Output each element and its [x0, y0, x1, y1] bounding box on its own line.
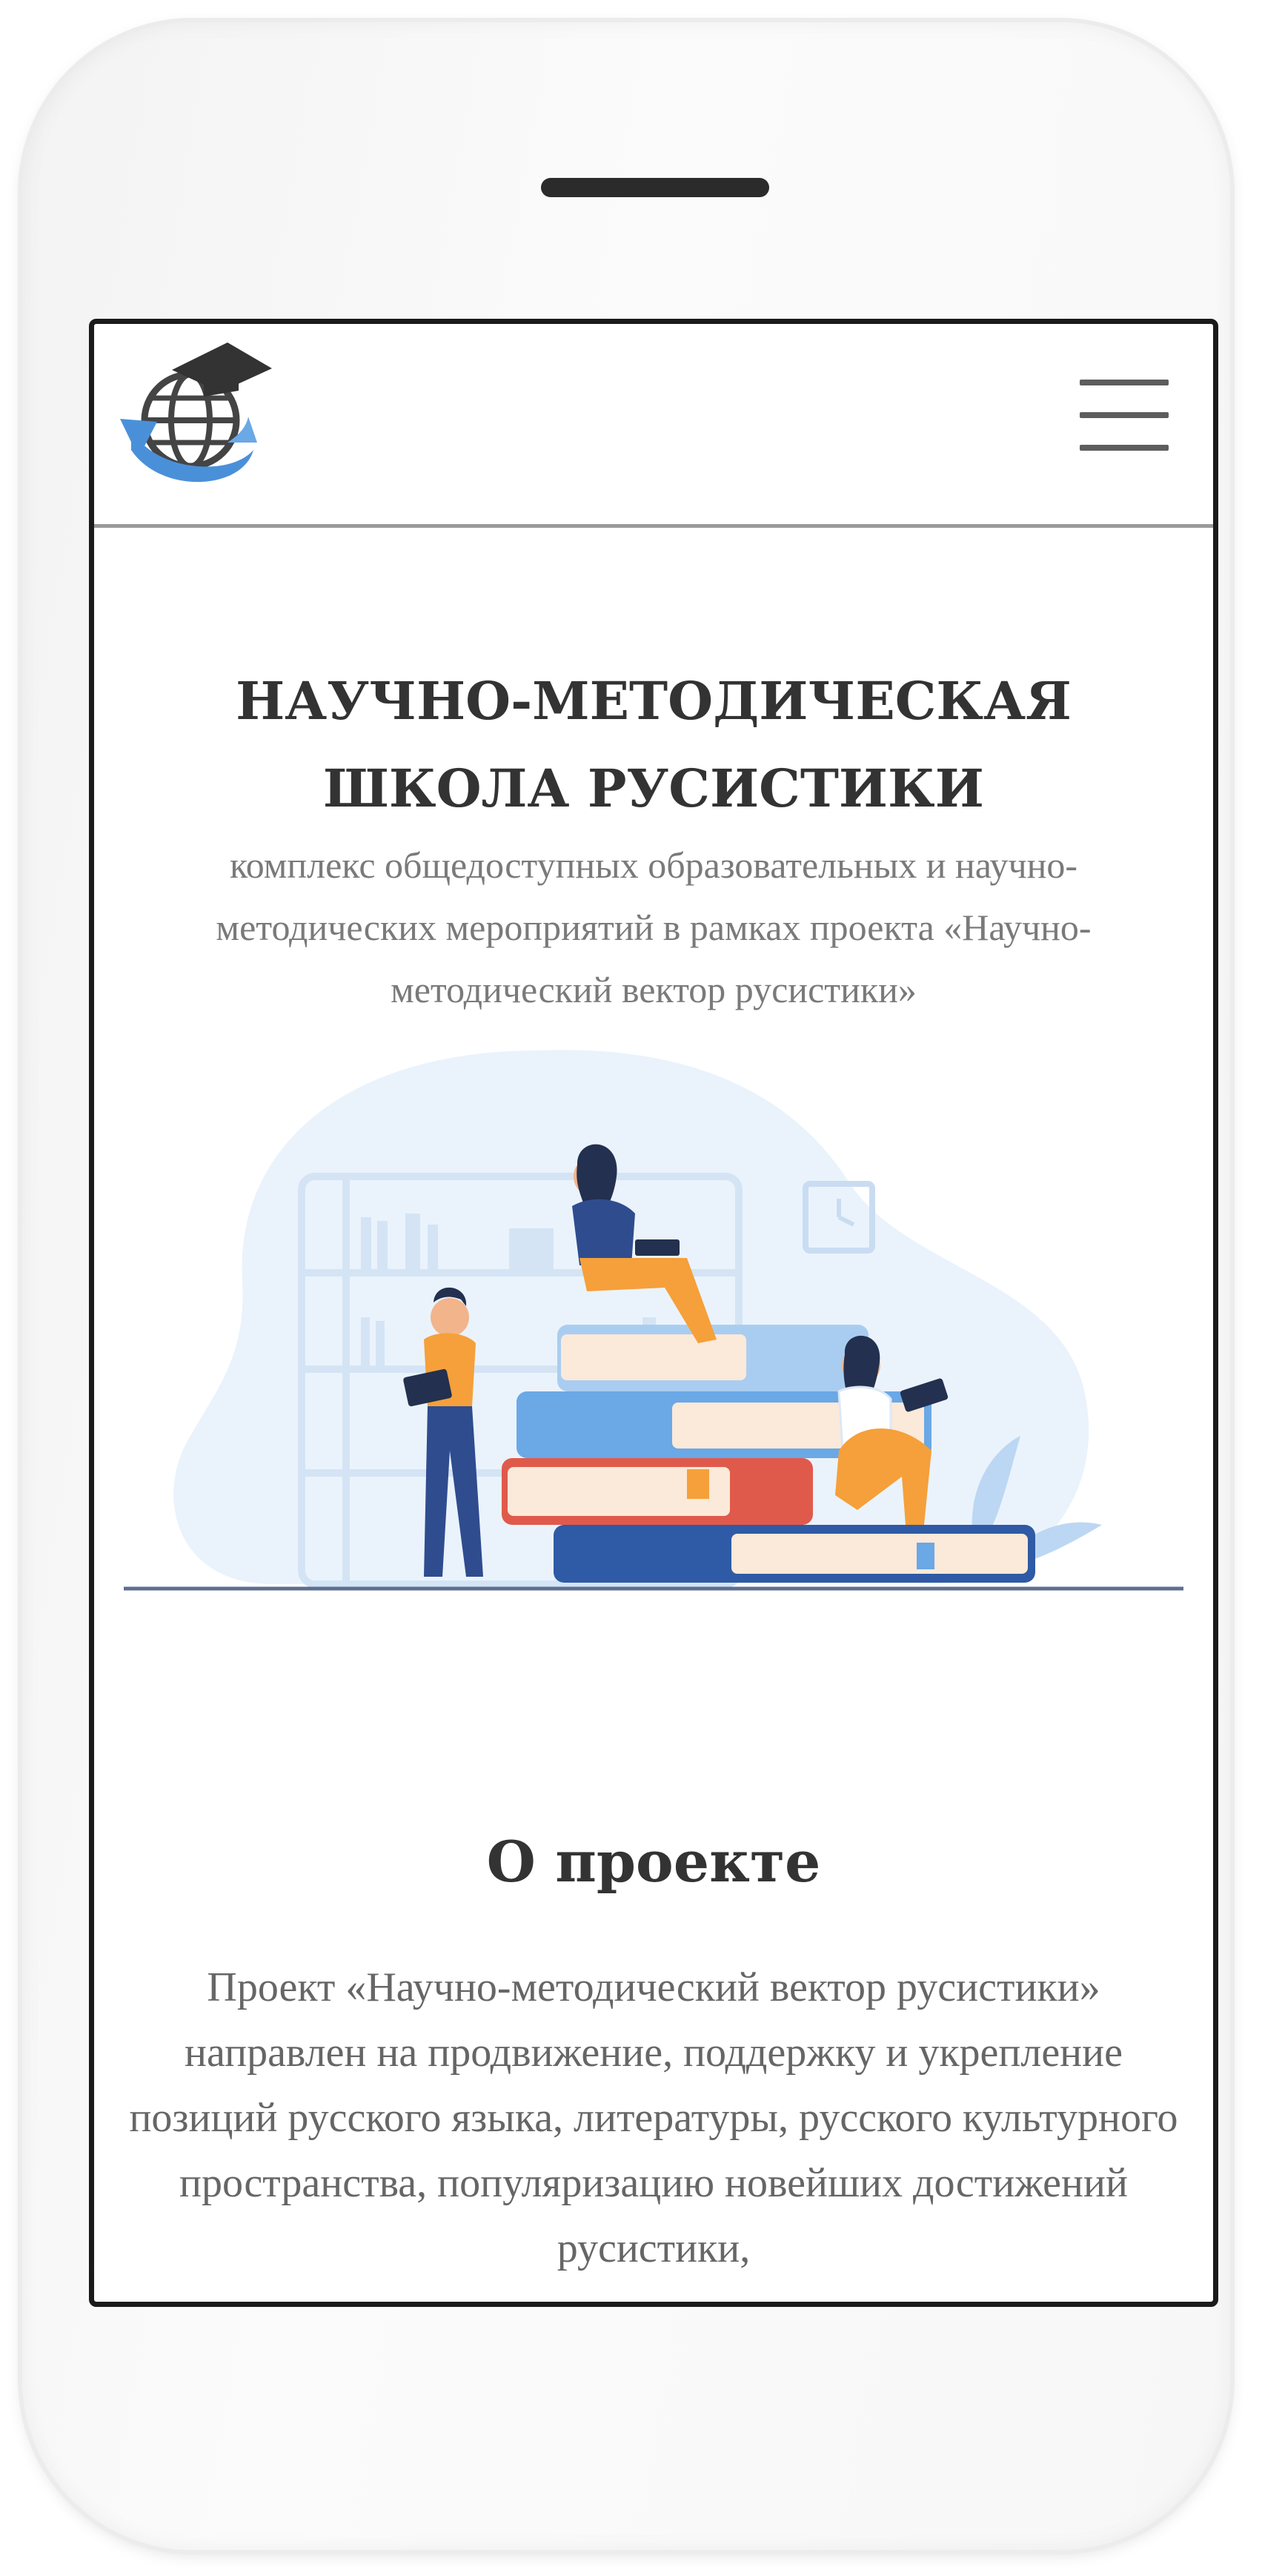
site-header	[94, 324, 1213, 528]
about-text: Проект «Научно-методический вектор русис…	[129, 1964, 1178, 2271]
globe-graduation-cap-logo-icon[interactable]	[116, 339, 279, 494]
phone-speaker	[541, 178, 769, 197]
about-heading: О проекте	[486, 1829, 821, 1895]
page-title: НАУЧНО-МЕТОДИЧЕСКАЯ ШКОЛА РУСИСТИКИ	[236, 670, 1072, 819]
phone-screen: НАУЧНО-МЕТОДИЧЕСКАЯ ШКОЛА РУСИСТИКИ комп…	[89, 319, 1218, 2307]
page-subtitle: комплекс общедоступных образовательных и…	[216, 844, 1092, 1010]
people-reading-illustration	[124, 1050, 1183, 1591]
phone-frame: НАУЧНО-МЕТОДИЧЕСКАЯ ШКОЛА РУСИСТИКИ комп…	[22, 22, 1230, 2550]
hamburger-menu-icon[interactable]	[1080, 380, 1169, 454]
